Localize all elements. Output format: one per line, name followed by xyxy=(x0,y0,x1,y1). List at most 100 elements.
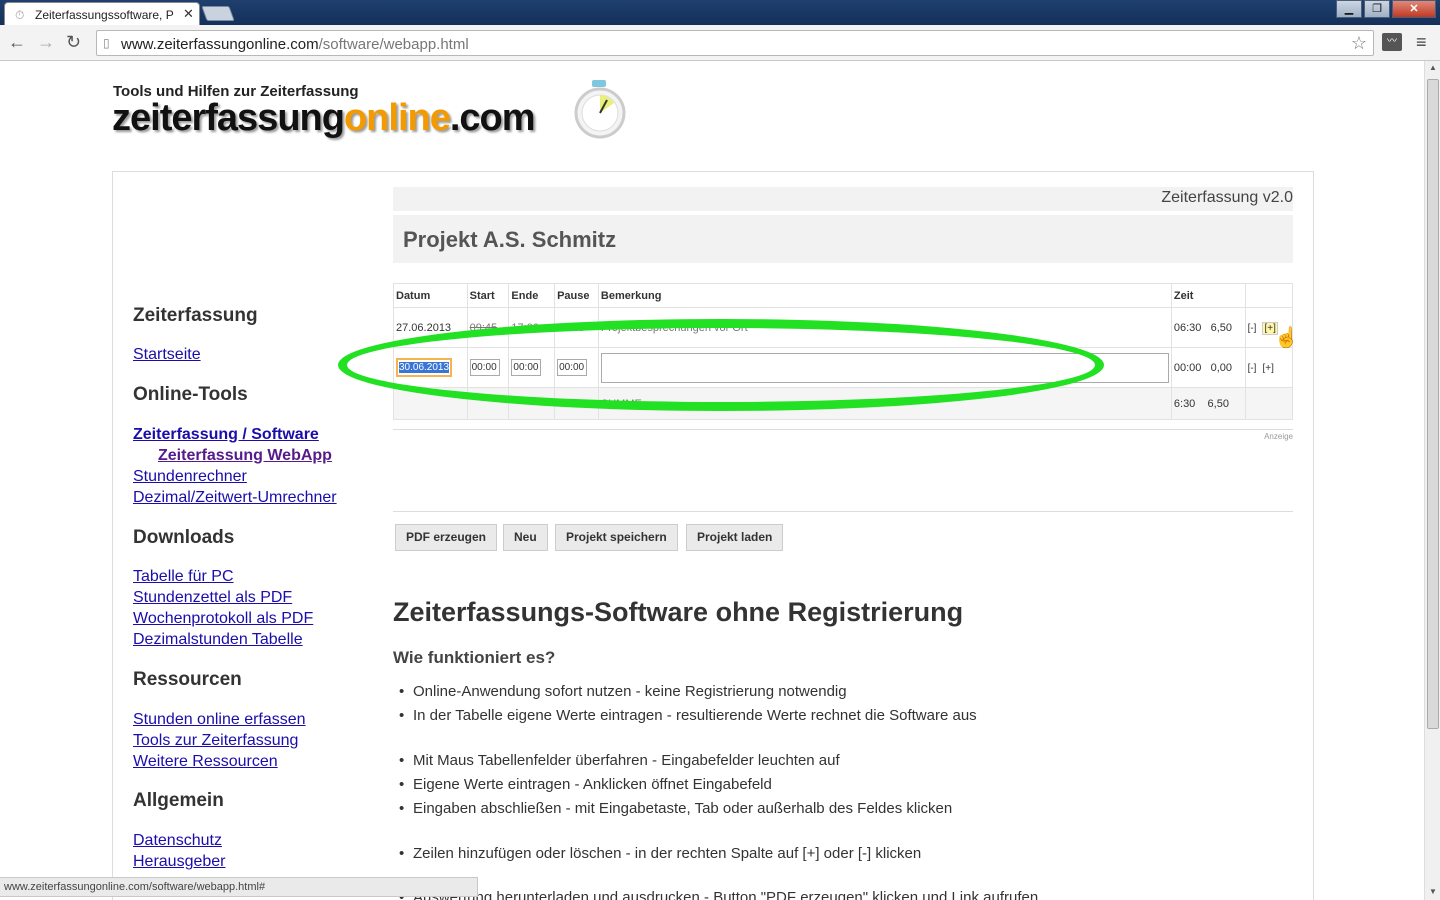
remove-row-button[interactable]: [-] xyxy=(1248,363,1257,374)
stopwatch-logo-icon xyxy=(574,80,626,139)
time-table: Datum Start Ende Pause Bemerkung Zeit 27… xyxy=(393,283,1294,420)
list-item: Eigene Werte eintragen - Anklicken öffne… xyxy=(399,776,772,793)
column-header-start: Start xyxy=(466,283,510,308)
scroll-down-arrow-icon[interactable]: ▼ xyxy=(1429,887,1437,896)
browser-toolbar: ← → ↻ ▯ www.zeiterfassungonline.com/soft… xyxy=(0,25,1440,61)
app-version: Zeiterfassung v2.0 xyxy=(1161,189,1293,206)
sidebar-link-tabelle-pc[interactable]: Tabelle für PC xyxy=(133,568,234,586)
cell-start[interactable]: 09:45 xyxy=(466,307,510,348)
sidebar-heading-downloads: Downloads xyxy=(133,527,235,548)
sum-row: SUMME 6:30 6,50 xyxy=(393,387,1294,420)
column-header-pause: Pause xyxy=(554,283,599,308)
sidebar-link-zeiterfassung-software[interactable]: Zeiterfassung / Software xyxy=(133,426,319,444)
minimize-button[interactable]: ▁ xyxy=(1336,0,1362,18)
article-heading: Zeiterfassungs-Software ohne Registrieru… xyxy=(393,597,964,627)
cell-datum-input[interactable]: 30.06.2013 xyxy=(393,347,468,388)
stopwatch-favicon-icon: ⏱ xyxy=(15,8,25,22)
page-icon: ▯ xyxy=(103,36,110,50)
list-item: Eingaben abschließen - mit Eingabetaste,… xyxy=(399,800,952,817)
list-item: Zeilen hinzufügen oder löschen - in der … xyxy=(399,845,921,862)
column-header-zeit: Zeit xyxy=(1170,283,1246,308)
datum-input-value[interactable]: 30.06.2013 xyxy=(399,362,450,373)
cell-ende[interactable]: 17:00 xyxy=(508,307,556,348)
project-title[interactable]: Projekt A.S. Schmitz xyxy=(403,227,616,253)
sidebar-heading-zeiterfassung: Zeiterfassung xyxy=(133,305,258,326)
table-header-row: Datum Start Ende Pause Bemerkung Zeit xyxy=(393,283,1294,308)
sidebar-link-tools-zeiterfassung[interactable]: Tools zur Zeiterfassung xyxy=(133,732,298,750)
projekt-laden-button[interactable]: Projekt laden xyxy=(686,524,784,551)
bemerkung-textarea[interactable] xyxy=(600,352,1169,383)
cell-start-input[interactable]: 00:00 xyxy=(466,347,510,388)
table-row: 30.06.2013 00:00 00:00 00:00 00:00 0,00 … xyxy=(393,347,1294,388)
browser-tab[interactable]: ⏱ Zeiterfassungssoftware, P ✕ xyxy=(4,2,200,25)
restore-button[interactable]: ❐ xyxy=(1364,0,1390,18)
address-bar[interactable]: ▯ www.zeiterfassungonline.com/software/w… xyxy=(96,30,1374,56)
vertical-scrollbar[interactable]: ▲ ▼ xyxy=(1424,61,1440,900)
sidebar-link-weitere-ressourcen[interactable]: Weitere Ressourcen xyxy=(133,753,278,771)
cell-pause[interactable]: 00:45 xyxy=(554,307,599,348)
list-item: Mit Maus Tabellenfelder überfahren - Ein… xyxy=(399,752,840,769)
sidebar-link-datenschutz[interactable]: Datenschutz xyxy=(133,832,222,850)
window-controls: ▁ ❐ ✕ xyxy=(1334,0,1436,18)
extension-chart-icon[interactable]: 〰 xyxy=(1382,33,1402,51)
column-header-datum: Datum xyxy=(393,283,468,308)
version-bar: Zeiterfassung v2.0 xyxy=(393,187,1293,211)
sidebar-link-dezimal-umrechner[interactable]: Dezimal/Zeitwert-Umrechner xyxy=(133,489,337,507)
site-logo[interactable]: zeiterfassungonline.com xyxy=(112,97,536,140)
scrollbar-thumb[interactable] xyxy=(1427,79,1439,729)
forward-arrow-icon[interactable]: → xyxy=(37,33,55,51)
ad-divider xyxy=(393,429,1293,430)
sidebar-heading-allgemein: Allgemein xyxy=(133,790,224,811)
button-divider xyxy=(393,511,1293,512)
sidebar-heading-ressourcen: Ressourcen xyxy=(133,669,242,690)
sidebar-link-stundenzettel-pdf[interactable]: Stundenzettel als PDF xyxy=(133,589,292,607)
window-titlebar: ⏱ Zeiterfassungssoftware, P ✕ ▁ ❐ ✕ xyxy=(0,0,1440,25)
sidebar-link-startseite[interactable]: Startseite xyxy=(133,346,201,364)
list-item: In der Tabelle eigene Werte eintragen - … xyxy=(399,707,977,724)
cell-actions: [-] [+] xyxy=(1244,347,1294,388)
sidebar-link-stunden-online[interactable]: Stunden online erfassen xyxy=(133,711,306,729)
cell-bemerkung[interactable]: Projektbesprechungen vor Ort xyxy=(597,307,1172,348)
page-viewport: Tools und Hilfen zur Zeiterfassung zeite… xyxy=(0,61,1424,900)
cell-bemerkung-input[interactable] xyxy=(597,347,1172,388)
url-text: www.zeiterfassungonline.com/software/web… xyxy=(121,36,469,53)
remove-row-button[interactable]: [-] xyxy=(1248,323,1257,334)
new-tab-button[interactable] xyxy=(201,6,235,21)
ad-label: Anzeige xyxy=(1264,432,1293,441)
column-header-ende: Ende xyxy=(508,283,556,308)
project-header: Projekt A.S. Schmitz xyxy=(393,215,1293,263)
cell-datum[interactable]: 27.06.2013 xyxy=(393,307,468,348)
status-bar: www.zeiterfassungonline.com/software/web… xyxy=(0,877,478,897)
sidebar-link-stundenrechner[interactable]: Stundenrechner xyxy=(133,468,247,486)
sidebar-link-dezimalstunden-tabelle[interactable]: Dezimalstunden Tabelle xyxy=(133,631,303,649)
sidebar-link-wochenprotokoll-pdf[interactable]: Wochenprotokoll als PDF xyxy=(133,610,313,628)
tab-title: Zeiterfassungssoftware, P xyxy=(35,8,174,22)
reload-icon[interactable]: ↻ xyxy=(66,33,81,51)
close-window-button[interactable]: ✕ xyxy=(1392,0,1436,18)
sidebar-link-zeiterfassung-webapp[interactable]: Zeiterfassung WebApp xyxy=(158,447,332,465)
list-item: Auswertung herunterladen und ausdrucken … xyxy=(399,889,1038,900)
sum-label: SUMME xyxy=(597,387,1172,420)
sidebar-link-herausgeber[interactable]: Herausgeber xyxy=(133,853,226,871)
chrome-menu-icon[interactable]: ≡ xyxy=(1416,32,1427,53)
sum-zeit: 6:30 6,50 xyxy=(1170,387,1246,420)
bookmark-star-icon[interactable]: ☆ xyxy=(1351,33,1367,54)
cell-ende-input[interactable]: 00:00 xyxy=(508,347,556,388)
sidebar-heading-online-tools: Online-Tools xyxy=(133,384,248,405)
cell-pause-input[interactable]: 00:00 xyxy=(554,347,599,388)
column-header-actions xyxy=(1244,283,1294,308)
table-row: 27.06.2013 09:45 17:00 00:45 Projektbesp… xyxy=(393,307,1294,348)
neu-button[interactable]: Neu xyxy=(503,524,548,551)
list-item: Online-Anwendung sofort nutzen - keine R… xyxy=(399,683,847,700)
back-arrow-icon[interactable]: ← xyxy=(8,33,26,51)
scroll-up-arrow-icon[interactable]: ▲ xyxy=(1429,63,1437,72)
hand-cursor-icon: ☝ xyxy=(1274,327,1299,349)
cell-zeit: 06:30 6,50 xyxy=(1170,307,1246,348)
add-row-button[interactable]: [+] xyxy=(1262,363,1273,374)
article-subheading: Wie funktioniert es? xyxy=(393,648,556,667)
column-header-bemerkung: Bemerkung xyxy=(597,283,1172,308)
projekt-speichern-button[interactable]: Projekt speichern xyxy=(555,524,678,551)
cell-zeit: 00:00 0,00 xyxy=(1170,347,1246,388)
tab-close-icon[interactable]: ✕ xyxy=(183,6,194,22)
pdf-erzeugen-button[interactable]: PDF erzeugen xyxy=(395,524,498,551)
